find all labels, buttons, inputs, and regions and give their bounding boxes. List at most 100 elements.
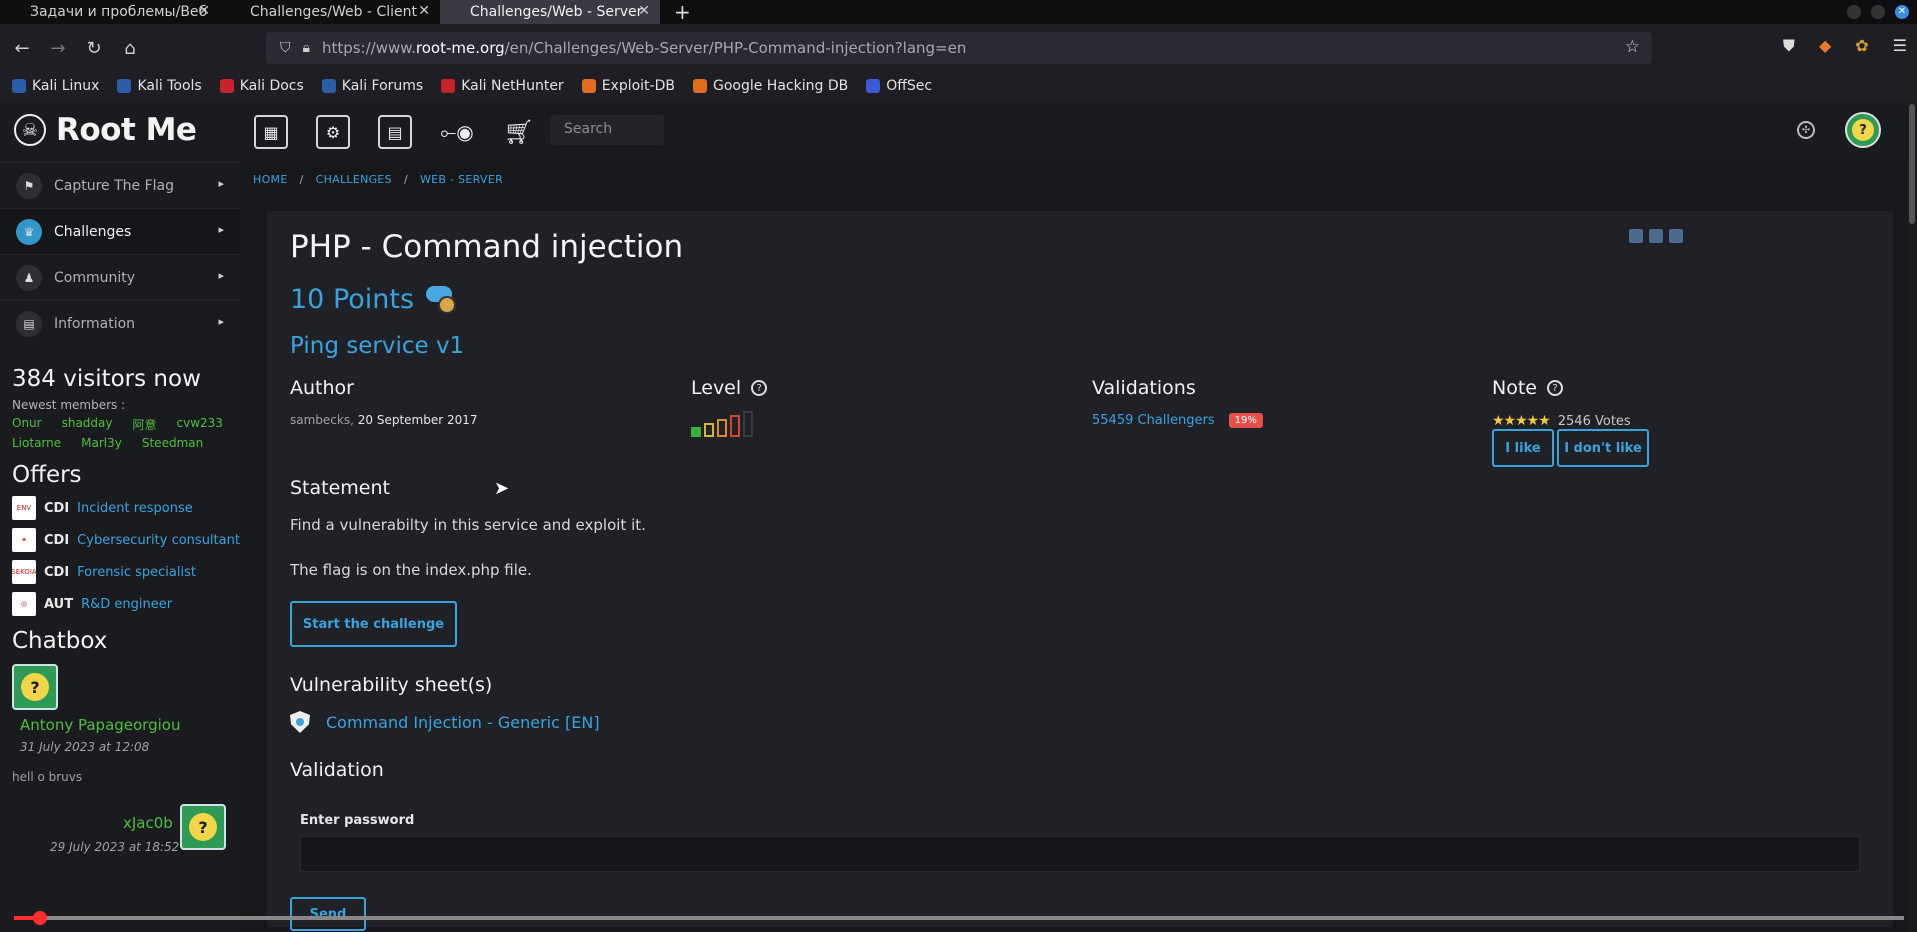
offer-link[interactable]: Forensic specialist: [77, 565, 196, 580]
bookmarks-bar: Kali Linux Kali Tools Kali Docs Kali For…: [0, 72, 1917, 100]
member-link[interactable]: Steedman: [142, 436, 203, 450]
bookmark-label: Kali Linux: [32, 78, 100, 94]
member-link[interactable]: cvw233: [177, 416, 223, 433]
sidebar-item-community[interactable]: ♟ Community ▸: [0, 254, 240, 300]
url-bar[interactable]: ⛉ 🔒︎ https://www. root-me.org/en/Challeng…: [266, 32, 1652, 64]
radio-signal-icon[interactable]: ⟜◉: [440, 115, 474, 149]
breadcrumb-web-server[interactable]: WEB - SERVER: [420, 173, 503, 186]
member-link[interactable]: shadday: [62, 416, 113, 433]
bookmark-item[interactable]: Kali NetHunter: [441, 78, 564, 94]
question-mark-icon: ?: [189, 813, 217, 841]
dislike-button[interactable]: I don't like: [1557, 429, 1649, 467]
vulnerability-sheet-link[interactable]: Command Injection - Generic [EN]: [290, 711, 600, 733]
member-link[interactable]: 阿意: [133, 416, 157, 433]
menu-icon[interactable]: ☰: [1893, 36, 1907, 56]
extension-icon[interactable]: ✿: [1855, 36, 1868, 56]
chat-message: hell o bruvs: [12, 770, 83, 784]
challengers-link[interactable]: 55459 Challengers: [1092, 413, 1215, 428]
browser-tab[interactable]: Challenges/Web - Client ✕: [220, 0, 440, 24]
facebook-icon[interactable]: [1629, 229, 1643, 243]
password-label: Enter password: [300, 813, 415, 828]
offer-item[interactable]: ENV CDI Incident response: [12, 496, 240, 520]
documents-icon[interactable]: ▤: [378, 115, 412, 149]
bookmark-item[interactable]: Exploit-DB: [581, 78, 675, 94]
avatar[interactable]: ?: [12, 664, 58, 710]
close-tab-icon[interactable]: ✕: [418, 3, 430, 19]
back-icon[interactable]: ←: [4, 38, 40, 59]
bookmark-item[interactable]: Kali Linux: [12, 78, 99, 94]
level-heading: Level?: [691, 377, 768, 399]
close-tab-icon[interactable]: ✕: [638, 3, 650, 19]
offer-item[interactable]: SEKOIA CDI Forensic specialist: [11, 560, 240, 584]
offer-link[interactable]: Incident response: [77, 501, 193, 516]
close-tab-icon[interactable]: ✕: [198, 3, 210, 19]
shop-cart-icon[interactable]: 🛒︎: [502, 115, 536, 149]
kali-docs-icon: [219, 79, 234, 93]
sidebar-item-label: Community: [54, 269, 136, 286]
breadcrumb-home[interactable]: HOME: [253, 173, 288, 186]
bookmark-item[interactable]: Kali Forums: [321, 78, 424, 94]
member-link[interactable]: Liotarne: [12, 436, 61, 450]
offer-item[interactable]: ✦ CDI Cybersecurity consultant: [12, 528, 240, 552]
help-icon[interactable]: ?: [1546, 380, 1563, 396]
people-icon: ♟: [16, 264, 42, 291]
member-link[interactable]: Marl3y: [81, 436, 122, 450]
fox-extension-icon[interactable]: ◆: [1819, 36, 1831, 56]
offer-item[interactable]: ◎ AUT R&D engineer: [12, 592, 240, 616]
vulnerability-link-text[interactable]: Command Injection - Generic [EN]: [326, 713, 600, 732]
statement-heading: Statement: [290, 477, 390, 499]
user-avatar[interactable]: ?: [1845, 112, 1881, 148]
home-icon[interactable]: ⌂: [112, 38, 148, 59]
chat-username[interactable]: xJac0b: [123, 814, 173, 832]
bookmark-star-icon[interactable]: ☆: [1625, 37, 1640, 57]
browser-tab[interactable]: Задачи и проблемы/Веб ✕: [0, 0, 220, 24]
start-challenge-button[interactable]: Start the challenge: [290, 601, 457, 647]
scrollbar-thumb[interactable]: [1909, 104, 1915, 224]
network-icon[interactable]: ⚙: [316, 115, 350, 149]
sidebar-item-information[interactable]: ▤ Information ▸: [0, 300, 240, 346]
site-search-input[interactable]: Search: [550, 115, 664, 145]
bookmark-label: Kali Forums: [341, 78, 424, 94]
member-link[interactable]: Onur: [12, 416, 42, 433]
bookmark-item[interactable]: Kali Tools: [117, 78, 202, 94]
points-value: 10 Points: [290, 284, 415, 315]
bookmark-item[interactable]: OffSec: [866, 78, 932, 94]
help-icon[interactable]: ?: [751, 380, 768, 396]
close-window-icon[interactable]: ✕: [1895, 5, 1909, 19]
chat-username[interactable]: Antony Papageorgiou: [20, 716, 180, 734]
page-scrollbar[interactable]: [1907, 100, 1917, 932]
linkedin-icon[interactable]: [1649, 229, 1663, 243]
site-logo[interactable]: ☠ Root Me: [0, 100, 240, 160]
forward-icon[interactable]: →: [40, 38, 76, 59]
new-tab-icon[interactable]: +: [674, 0, 691, 24]
pocket-icon[interactable]: ⛊: [1783, 36, 1795, 56]
bookmark-item[interactable]: Kali Docs: [219, 78, 304, 94]
minimize-icon[interactable]: [1847, 5, 1861, 19]
sidebar-item-challenges[interactable]: ♛ Challenges ▸: [0, 208, 240, 254]
sidebar-item-label: Information: [54, 315, 136, 332]
chatbox: ? Antony Papageorgiou 31 July 2023 at 12…: [12, 664, 240, 884]
tab-label: Challenges/Web - Client: [250, 4, 418, 20]
video-progress-track[interactable]: [14, 916, 1904, 920]
qr-challenges-icon[interactable]: ▦: [254, 115, 288, 149]
video-progress-handle[interactable]: [33, 911, 47, 925]
breadcrumb-challenges[interactable]: CHALLENGES: [316, 173, 392, 186]
password-input[interactable]: [300, 836, 1860, 872]
shield-icon[interactable]: ⛉: [280, 40, 291, 56]
company-logo: ✦: [12, 528, 36, 552]
sidebar-item-ctf[interactable]: ⚑ Capture The Flag ▸: [0, 162, 240, 208]
author-name[interactable]: sambecks,: [290, 413, 354, 427]
author-heading: Author: [290, 377, 354, 399]
reload-icon[interactable]: ↻: [76, 38, 112, 59]
avatar[interactable]: ?: [180, 804, 226, 850]
contract-type: AUT: [44, 596, 74, 612]
like-button[interactable]: I like: [1492, 429, 1554, 467]
offer-link[interactable]: Cybersecurity consultant: [77, 533, 240, 548]
bookmark-item[interactable]: Google Hacking DB: [692, 78, 848, 94]
browser-tab-active[interactable]: Challenges/Web - Server ✕: [440, 0, 660, 24]
offer-link[interactable]: R&D engineer: [81, 597, 172, 612]
language-globe-icon[interactable]: ✣: [1797, 121, 1815, 139]
twitter-icon[interactable]: [1669, 229, 1683, 243]
maximize-icon[interactable]: [1871, 5, 1885, 19]
send-button[interactable]: Send: [290, 897, 366, 931]
